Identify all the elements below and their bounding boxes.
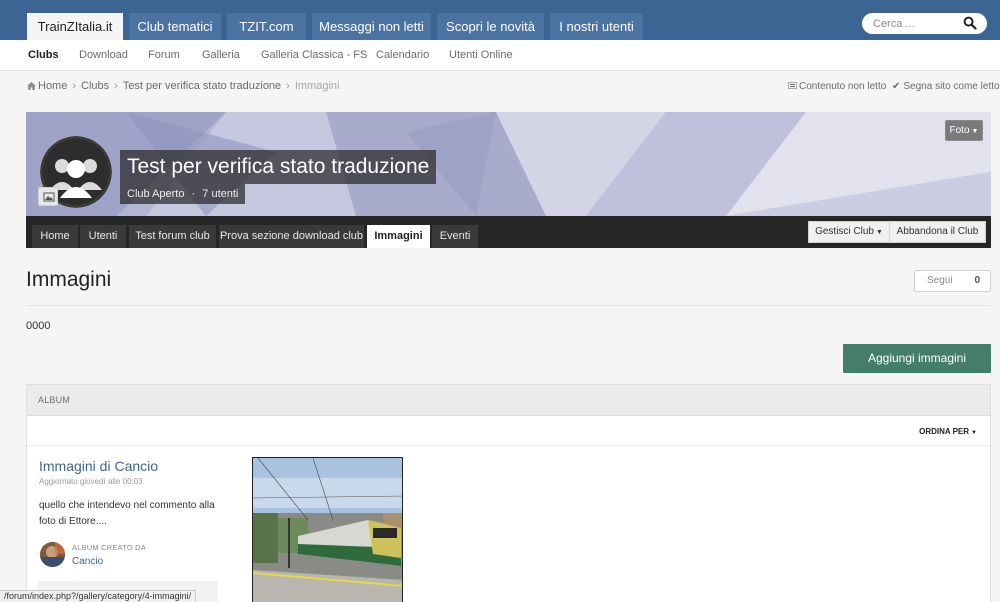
follow-label: Segui (927, 275, 953, 286)
subnav-download[interactable]: Download (79, 40, 128, 71)
add-images-button[interactable]: Aggiungi immagini (843, 344, 991, 373)
club-tab-immagini[interactable]: Immagini (367, 225, 430, 248)
club-tab-utenti[interactable]: Utenti (80, 225, 126, 248)
subnav-galleria[interactable]: Galleria (202, 40, 240, 71)
search-input[interactable] (873, 16, 963, 31)
album-section-title: ALBUM (38, 395, 71, 405)
album-thumbnail[interactable] (252, 457, 403, 602)
album-description: quello che intendevo nel commento alla f… (39, 500, 215, 527)
club-tab-eventi[interactable]: Eventi (432, 225, 478, 248)
club-tab-test-forum[interactable]: Test forum club (129, 225, 216, 248)
subnav-clubs[interactable]: Clubs (28, 40, 59, 71)
divider (26, 305, 991, 306)
tab-messaggi-non-letti[interactable]: Messaggi non letti (312, 13, 431, 40)
chevron-right-icon: › (286, 80, 290, 92)
sort-by-label: ORDINA PER (919, 427, 970, 436)
search-box (862, 13, 987, 34)
category-description: 0000 (26, 320, 51, 332)
tab-club-tematici[interactable]: Club tematici (129, 13, 221, 40)
home-icon (27, 82, 36, 90)
unread-content-label: Contenuto non letto (799, 81, 887, 92)
follow-button[interactable]: Segui 0 (914, 270, 991, 292)
caret-down-icon: ▼ (971, 128, 979, 135)
manage-club-label: Gestisci Club (815, 226, 874, 237)
cover-photo-menu-button[interactable]: Foto ▼ (945, 120, 983, 141)
sort-bar: ORDINA PER ▼ (27, 417, 990, 446)
album-creator-link[interactable]: Cancio (72, 556, 103, 567)
list-icon (787, 81, 798, 90)
subnav-forum[interactable]: Forum (148, 40, 180, 71)
subnav-calendario[interactable]: Calendario (376, 40, 429, 71)
image-icon (43, 192, 55, 202)
club-tab-home[interactable]: Home (32, 225, 78, 248)
club-meta: Club Aperto · 7 utenti (120, 184, 246, 204)
tab-scopri-novita[interactable]: Scopri le novità (437, 13, 544, 40)
chevron-right-icon: › (114, 80, 118, 92)
caret-down-icon: ▼ (971, 430, 977, 436)
manage-club-button[interactable]: Gestisci Club ▼ (808, 221, 890, 243)
album-created-by-label: ALBUM CREATO DA (72, 543, 146, 552)
club-members[interactable]: 7 utenti (202, 188, 238, 200)
album-title-link[interactable]: Immagini di Cancio (39, 458, 158, 474)
sub-navigation: Clubs Download Forum Galleria Galleria C… (0, 40, 1000, 71)
change-avatar-button[interactable] (38, 187, 58, 206)
tab-tzit-com[interactable]: TZIT.com (227, 13, 306, 40)
tab-nostri-utenti[interactable]: I nostri utenti (550, 13, 643, 40)
breadcrumb-home[interactable]: Home (38, 80, 67, 92)
page-title: Immagini (26, 268, 112, 291)
avatar[interactable] (40, 542, 65, 567)
mark-site-read-link[interactable]: ✔ Segna sito come letto (892, 81, 1000, 92)
subnav-galleria-classica[interactable]: Galleria Classica - FS (261, 40, 367, 71)
top-header: TrainZItalia.it Club tematici TZIT.com M… (0, 0, 1000, 40)
caret-down-icon: ▼ (875, 229, 883, 236)
cover-photo-menu-label: Foto (949, 125, 970, 136)
check-icon: ✔ (892, 81, 901, 92)
breadcrumb-club[interactable]: Test per verifica stato traduzione (123, 80, 281, 92)
status-bar-url: /forum/index.php?/gallery/category/4-imm… (0, 590, 197, 602)
chevron-right-icon: › (72, 80, 77, 92)
breadcrumb-clubs[interactable]: Clubs (81, 80, 109, 92)
leave-club-button[interactable]: Abbandona il Club (889, 221, 986, 243)
breadcrumb: Home › Clubs › Test per verifica stato tradu… (27, 80, 339, 92)
club-type: Club Aperto (127, 188, 185, 200)
tab-trainzitalia[interactable]: TrainZItalia.it (27, 13, 123, 40)
subnav-utenti-online[interactable]: Utenti Online (449, 40, 513, 71)
search-icon[interactable] (963, 16, 977, 30)
album-updated: Aggiornato giovedì alle 00:03 (39, 477, 143, 486)
breadcrumb-current: Immagini (294, 80, 340, 92)
mark-site-read-label: Segna sito come letto (903, 81, 1000, 92)
club-title: Test per verifica stato traduzione (120, 150, 437, 184)
album-section: ALBUM ORDINA PER ▼ Immagini di Cancio Agg… (26, 384, 991, 602)
unread-content-link[interactable]: Contenuto non letto (787, 81, 887, 92)
club-tab-download[interactable]: Prova sezione download club (219, 225, 364, 248)
album-section-header: ALBUM (27, 385, 990, 416)
follow-count: 0 (974, 275, 980, 286)
meta-separator: · (191, 188, 196, 200)
sort-by-button[interactable]: ORDINA PER ▼ (919, 427, 977, 436)
